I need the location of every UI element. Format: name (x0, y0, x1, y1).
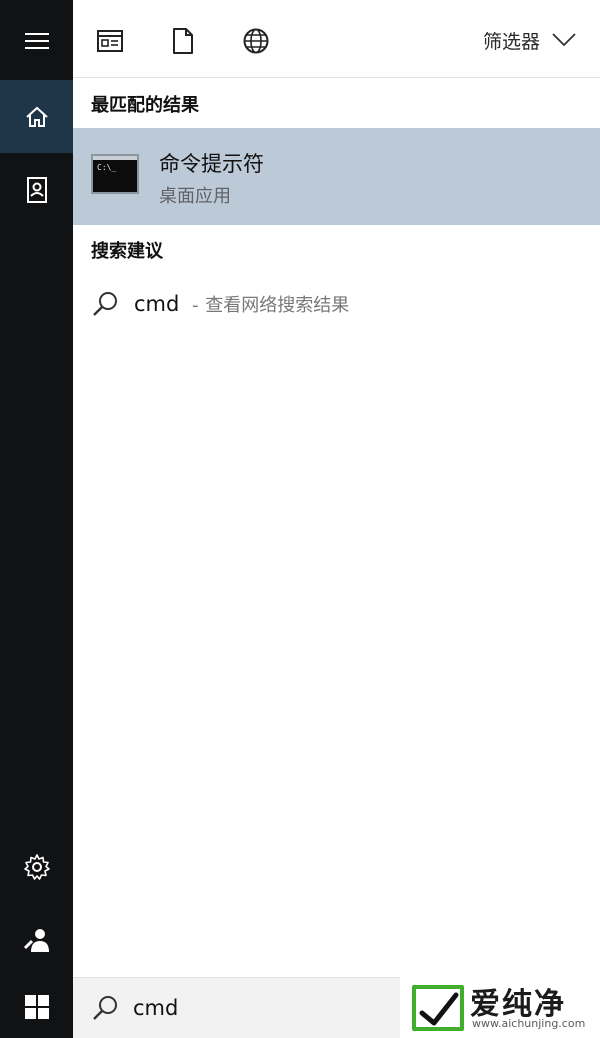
menu-icon (24, 32, 49, 49)
home-button[interactable] (0, 80, 73, 153)
watermark: 爱纯净 www.aichunjing.com (400, 977, 600, 1038)
watermark-url: www.aichunjing.com (472, 1017, 586, 1030)
search-results-panel: 筛选器 最匹配的结果 C:\_ 命令提示符 桌面应用 搜索建议 cmd - 查看… (73, 0, 600, 977)
suggestion-item[interactable]: cmd - 查看网络搜索结果 (73, 280, 600, 328)
home-icon (25, 106, 48, 127)
globe-icon (243, 28, 269, 54)
watermark-logo-icon (412, 985, 464, 1031)
notebook-icon (26, 176, 47, 203)
expand-menu-button[interactable] (0, 4, 73, 77)
web-filter-button[interactable] (241, 26, 271, 56)
app-window-icon (97, 30, 123, 52)
suggestion-hint: 查看网络搜索结果 (205, 295, 350, 316)
notebook-button[interactable] (0, 153, 73, 226)
gear-icon (23, 853, 50, 880)
windows-icon (24, 994, 49, 1019)
filter-label: 筛选器 (482, 30, 540, 53)
best-match-result[interactable]: C:\_ 命令提示符 桌面应用 (73, 128, 600, 225)
command-prompt-icon-text: C:\_ (97, 163, 117, 172)
settings-button[interactable] (0, 830, 73, 903)
taskbar-search-box[interactable] (73, 977, 400, 1038)
documents-filter-button[interactable] (168, 26, 198, 56)
account-button[interactable] (0, 903, 73, 976)
best-match-heading: 最匹配的结果 (91, 95, 199, 116)
search-input[interactable] (133, 992, 383, 1024)
command-prompt-icon: C:\_ (91, 154, 139, 194)
search-icon (93, 292, 117, 316)
apps-filter-button[interactable] (95, 26, 125, 56)
suggestion-term: cmd (134, 292, 180, 316)
suggestions-heading: 搜索建议 (91, 241, 163, 262)
filter-dropdown[interactable]: 筛选器 (483, 24, 576, 56)
suggestion-separator: - (192, 295, 199, 316)
start-button[interactable] (0, 970, 73, 1038)
best-match-title: 命令提示符 (159, 152, 264, 176)
best-match-subtitle: 桌面应用 (159, 186, 231, 207)
search-icon (93, 996, 117, 1020)
chevron-down-icon (552, 33, 576, 47)
document-icon (173, 28, 193, 54)
start-menu-rail (0, 0, 73, 1038)
results-toolbar: 筛选器 (73, 0, 600, 78)
person-icon (23, 928, 49, 952)
suggestion-text: cmd - 查看网络搜索结果 (134, 291, 349, 317)
